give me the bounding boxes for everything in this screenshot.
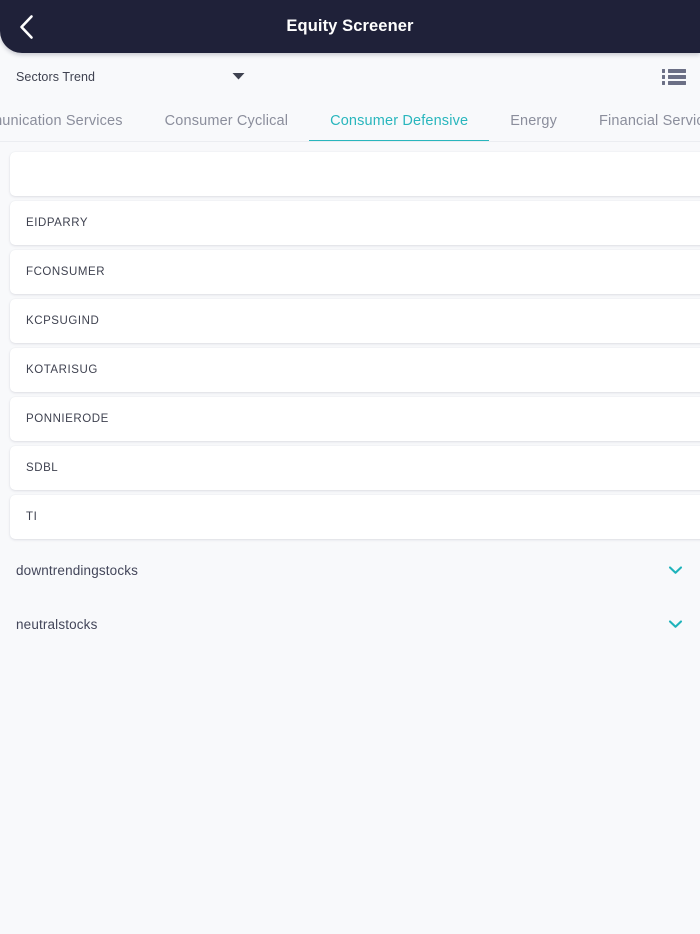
back-button[interactable] xyxy=(0,0,52,53)
list-view-icon-row xyxy=(662,74,686,79)
section-header-neutralstocks[interactable]: neutralstocks xyxy=(0,601,700,647)
stock-card[interactable]: KCPSUGIND xyxy=(10,299,700,343)
page-title: Equity Screener xyxy=(286,17,414,35)
stock-card[interactable]: KOTARISUG xyxy=(10,348,700,392)
equity-screener-screen: Equity Screener Sectors Trend unication … xyxy=(0,0,700,934)
section-body: EIDPARRY FCONSUMER KCPSUGIND KOTARISUG PONNI… xyxy=(0,152,700,539)
sector-tabs: Communication ServicesConsumer CyclicalC… xyxy=(0,100,700,142)
tab-energy[interactable]: Energy xyxy=(489,100,578,142)
stock-symbol: KOTARISUG xyxy=(26,364,98,376)
list-view-icon-bullet xyxy=(662,80,665,85)
list-view-icon-row xyxy=(662,80,686,85)
stock-card[interactable]: TI xyxy=(10,495,700,539)
stock-symbol: PONNIERODE xyxy=(26,413,109,425)
stock-symbol: SDBL xyxy=(26,462,59,474)
list-view-icon-bullet xyxy=(662,68,665,73)
stock-card[interactable]: FCONSUMER xyxy=(10,250,700,294)
stock-symbol: FCONSUMER xyxy=(26,266,106,278)
chevron-left-icon xyxy=(18,14,35,40)
stock-card[interactable]: EIDPARRY xyxy=(10,201,700,245)
chevron-down-icon[interactable] xyxy=(664,613,686,635)
stock-card[interactable]: PONNIERODE xyxy=(10,397,700,441)
caret-down-icon xyxy=(231,68,246,86)
stock-symbol: TI xyxy=(26,511,38,523)
stock-symbol: EIDPARRY xyxy=(26,217,89,229)
list-view-icon-bar xyxy=(668,80,686,85)
sector-tabs-scroller[interactable]: Communication ServicesConsumer CyclicalC… xyxy=(0,100,700,142)
filter-bar: Sectors Trend xyxy=(0,53,700,100)
section-header-downtrendingstocks[interactable]: downtrendingstocks xyxy=(0,547,700,593)
stock-card[interactable]: SDBL xyxy=(10,446,700,490)
list-view-icon-row xyxy=(662,68,686,73)
chevron-down-icon[interactable] xyxy=(664,559,686,581)
sectors-trend-dropdown-label: Sectors Trend xyxy=(16,69,96,84)
stock-sections: uptrendingstocksEIDPARRYFCONSUMERKCPSUGI… xyxy=(0,142,700,934)
stock-list[interactable]: EIDPARRY FCONSUMER KCPSUGIND KOTARISUG PONNI… xyxy=(0,152,700,539)
stock-card-partial[interactable] xyxy=(10,152,700,196)
tab-communication-services[interactable]: Communication Services xyxy=(0,100,144,142)
tab-financial-services[interactable]: Financial Services xyxy=(578,100,700,142)
list-view-icon[interactable] xyxy=(662,67,686,87)
tab-consumer-cyclical[interactable]: Consumer Cyclical xyxy=(144,100,309,142)
section-title: neutralstocks xyxy=(16,616,98,632)
stock-symbol: KCPSUGIND xyxy=(26,315,100,327)
tab-consumer-defensive[interactable]: Consumer Defensive xyxy=(309,100,490,142)
section-title: downtrendingstocks xyxy=(16,562,139,578)
list-view-icon-bar xyxy=(668,74,686,79)
list-view-icon-bullet xyxy=(662,74,665,79)
list-view-icon-bar xyxy=(668,68,686,73)
app-bar: Equity Screener xyxy=(0,0,700,53)
sectors-trend-dropdown[interactable]: Sectors Trend xyxy=(16,68,256,86)
